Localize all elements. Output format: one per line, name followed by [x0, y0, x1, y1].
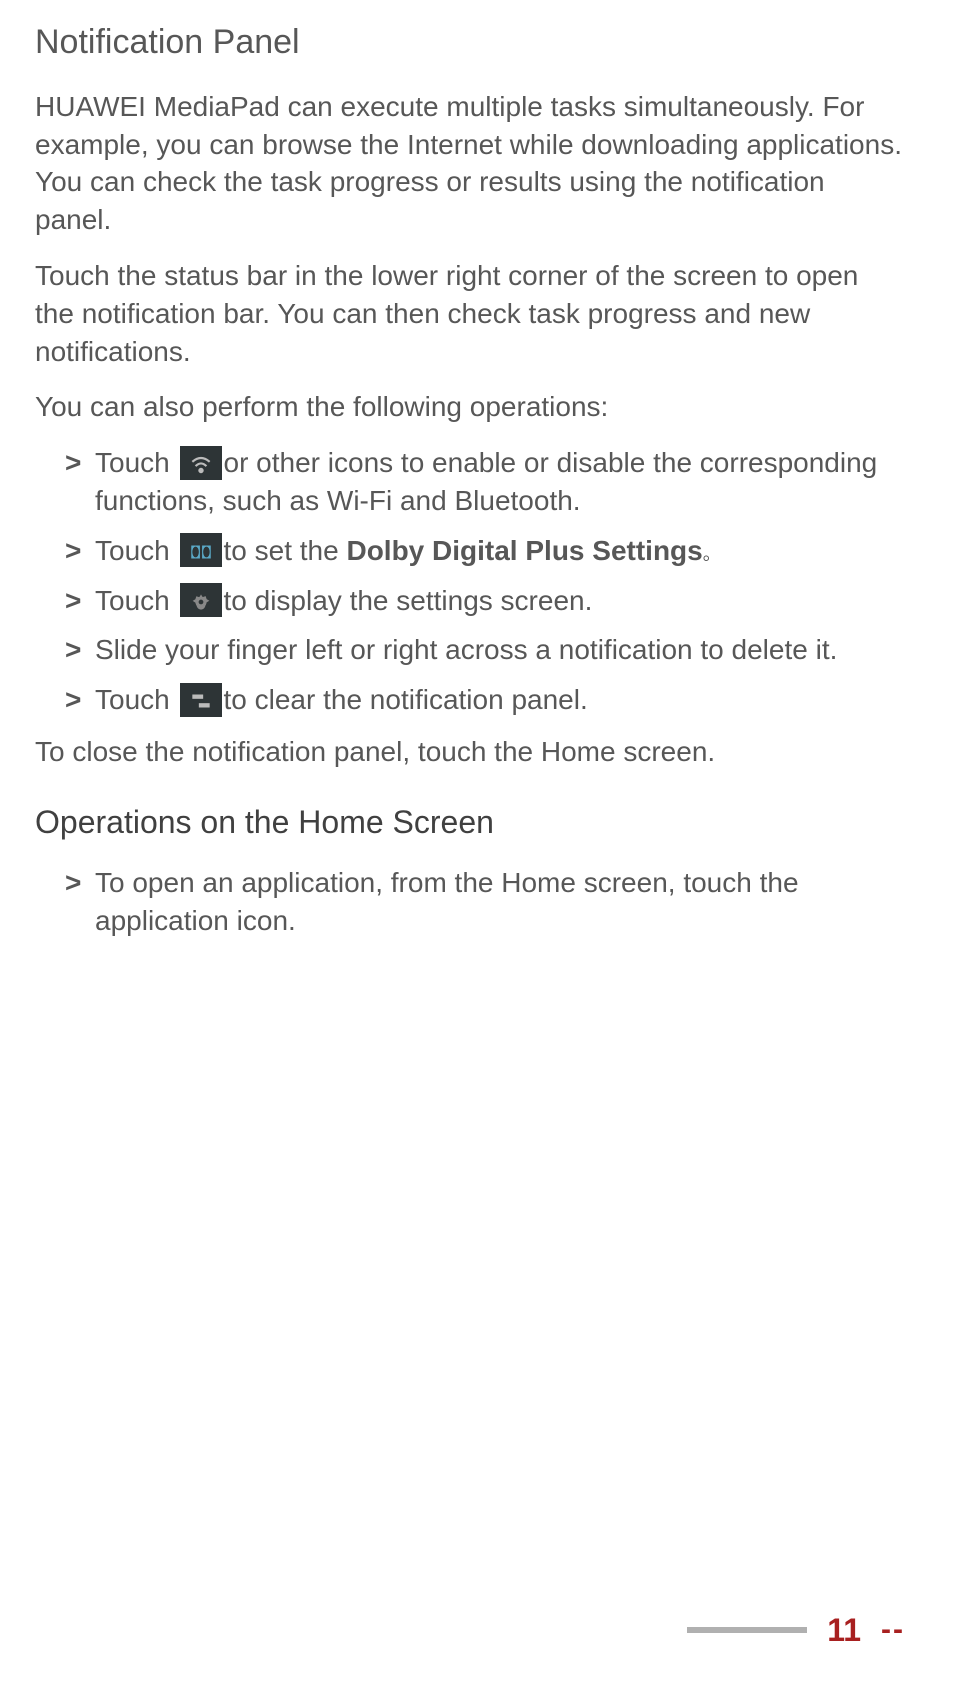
- bullet-settings-screen: Touch to display the settings screen.: [65, 582, 905, 620]
- intro-paragraph-3: You can also perform the following opera…: [35, 388, 905, 426]
- bullet-text: Touch: [95, 585, 178, 616]
- page-separator: --: [881, 1610, 905, 1651]
- section-title-home-operations: Operations on the Home Screen: [35, 801, 905, 844]
- page-footer: 11 --: [687, 1609, 905, 1652]
- bullet-text: to set the: [224, 535, 347, 566]
- dolby-bold-text: Dolby Digital Plus Settings: [346, 535, 702, 566]
- ideographic-period: 。: [703, 544, 721, 564]
- bullet-clear-panel: Touch to clear the notification panel.: [65, 681, 905, 719]
- intro-paragraph-1: HUAWEI MediaPad can execute multiple tas…: [35, 88, 905, 239]
- page-number: 11: [827, 1609, 861, 1652]
- bullet-text: to display the settings screen.: [224, 585, 593, 616]
- section-title-notification-panel: Notification Panel: [35, 20, 905, 66]
- bullet-slide-delete: Slide your finger left or right across a…: [65, 631, 905, 669]
- bullet-text: to clear the notification panel.: [224, 684, 588, 715]
- bullet-dolby-settings: Touch to set the Dolby Digital Plus Sett…: [65, 532, 905, 570]
- footer-divider-line: [687, 1627, 807, 1633]
- wifi-icon: [180, 446, 222, 480]
- gear-icon: [180, 583, 222, 617]
- bullet-open-app: To open an application, from the Home sc…: [65, 864, 905, 940]
- bullet-text: Touch: [95, 535, 178, 566]
- bullet-text: Touch: [95, 447, 178, 478]
- home-operations-list: To open an application, from the Home sc…: [35, 864, 905, 940]
- bullet-text: Touch: [95, 684, 178, 715]
- clear-icon: [180, 683, 222, 717]
- bullet-wifi-toggle: Touch or other icons to enable or disabl…: [65, 444, 905, 520]
- closing-paragraph: To close the notification panel, touch t…: [35, 733, 905, 771]
- intro-paragraph-2: Touch the status bar in the lower right …: [35, 257, 905, 370]
- operations-list: Touch or other icons to enable or disabl…: [35, 444, 905, 719]
- dolby-icon: [180, 533, 222, 567]
